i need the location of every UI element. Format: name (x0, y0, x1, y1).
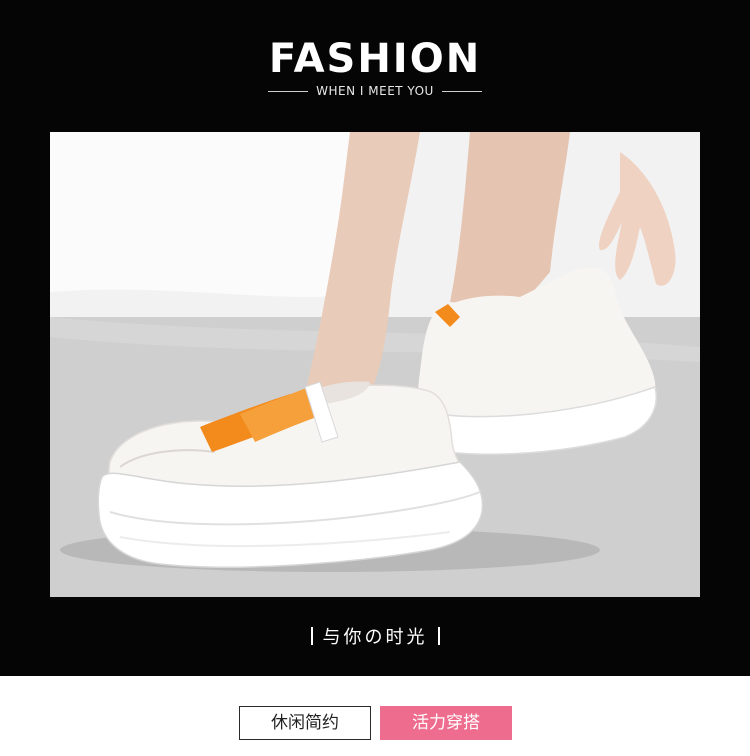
product-photo (50, 132, 700, 597)
page-subtitle: WHEN I MEET YOU (316, 84, 434, 98)
tag-vibrant[interactable]: 活力穿搭 (380, 706, 512, 740)
right-divider (441, 90, 482, 92)
dark-banner: FASHION WHEN I MEET YOU 与你の时光 (0, 0, 750, 676)
page-title: FASHION (268, 36, 482, 82)
tag-casual[interactable]: 休闲简约 (239, 706, 371, 740)
caption-row: 与你の时光 (0, 622, 750, 650)
left-divider (268, 90, 309, 92)
caption-text: 与你の时光 (322, 627, 428, 648)
caption-bar-left (310, 627, 313, 645)
sneaker-illustration (50, 132, 700, 597)
caption-bar-right (437, 627, 440, 645)
tag-row: 休闲简约 活力穿搭 (0, 706, 750, 740)
subtitle-row: WHEN I MEET YOU (0, 82, 750, 100)
